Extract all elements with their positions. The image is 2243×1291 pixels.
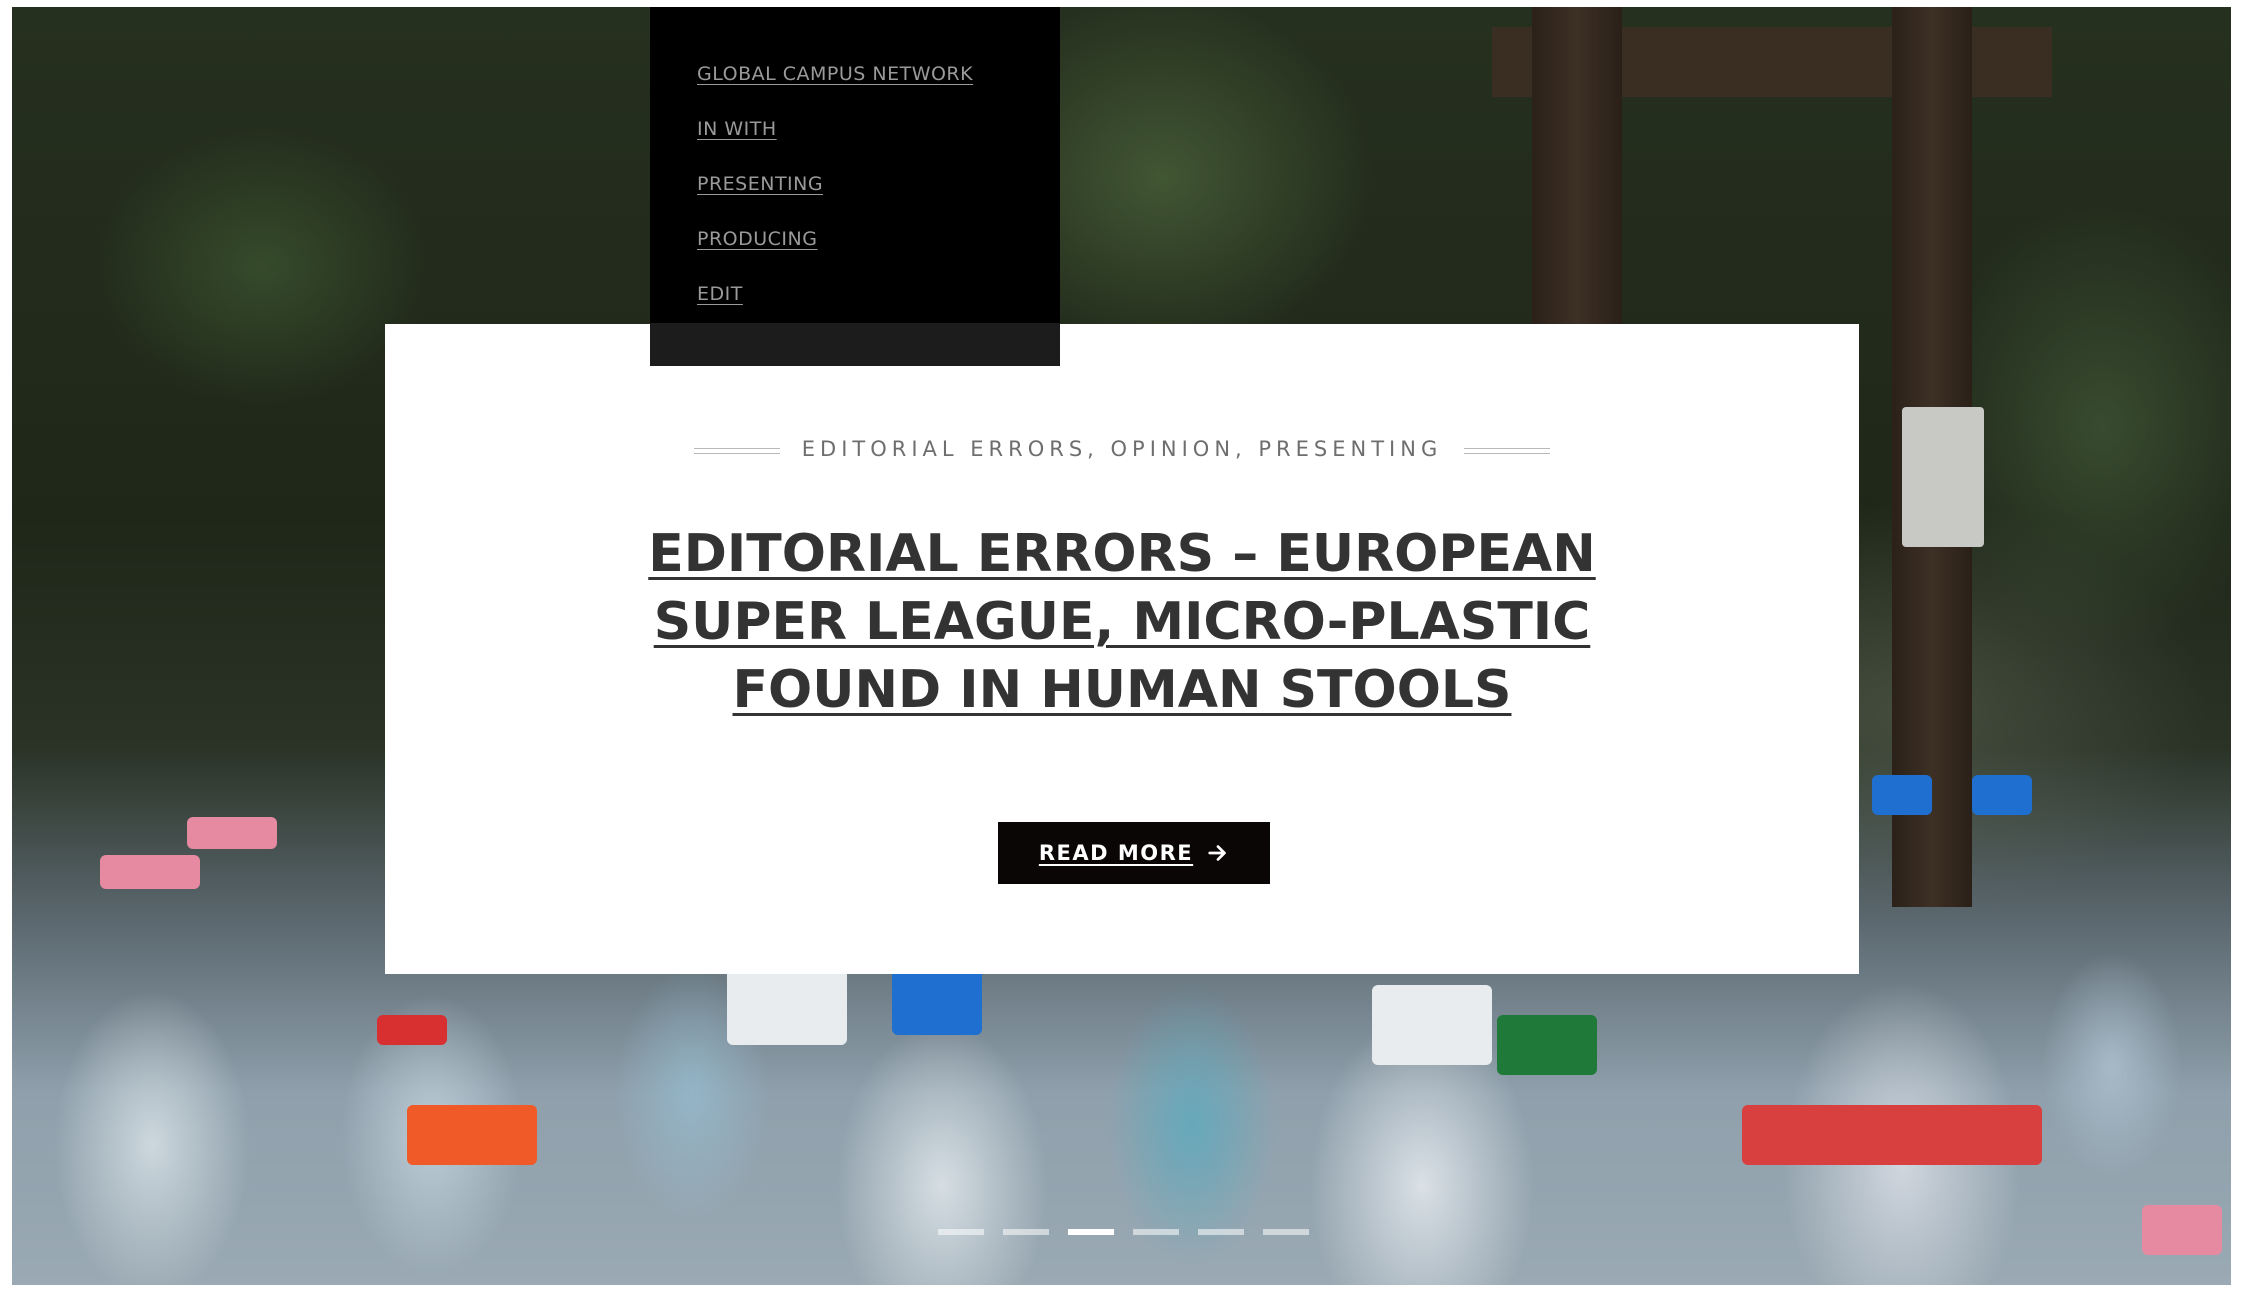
menu-link-presenting[interactable]: PRESENTING xyxy=(697,173,823,195)
menu-item: PRESENTING xyxy=(697,173,973,228)
post-title[interactable]: EDITORIAL ERRORS – EUROPEAN SUPER LEAGUE… xyxy=(565,520,1679,724)
category-divider-right xyxy=(1464,448,1550,454)
menu-item: IN WITH xyxy=(697,118,973,173)
photo-detail xyxy=(2142,1205,2222,1255)
slider-dot[interactable] xyxy=(938,1229,984,1235)
photo-detail xyxy=(1372,985,1492,1065)
photo-detail xyxy=(1742,1105,2042,1165)
menu-footer xyxy=(650,323,1060,366)
hero-slider: GLOBAL CAMPUS NETWORK IN WITH PRESENTING… xyxy=(12,7,2231,1285)
photo-detail xyxy=(100,855,200,889)
photo-detail xyxy=(1902,407,1984,547)
photo-detail xyxy=(1972,775,2032,815)
arrow-right-icon xyxy=(1208,845,1226,861)
photo-detail xyxy=(1497,1015,1597,1075)
slider-dot[interactable] xyxy=(1198,1229,1244,1235)
menu-list: GLOBAL CAMPUS NETWORK IN WITH PRESENTING… xyxy=(697,63,973,338)
menu-link-in-with[interactable]: IN WITH xyxy=(697,118,777,140)
menu-link-producing[interactable]: PRODUCING xyxy=(697,228,817,250)
photo-detail xyxy=(377,1015,447,1045)
menu-item: GLOBAL CAMPUS NETWORK xyxy=(697,63,973,118)
menu-item: PRODUCING xyxy=(697,228,973,283)
dropdown-menu: GLOBAL CAMPUS NETWORK IN WITH PRESENTING… xyxy=(650,7,1060,366)
photo-detail xyxy=(407,1105,537,1165)
read-more-button[interactable]: READ MORE xyxy=(998,822,1270,884)
menu-link-edit[interactable]: EDIT xyxy=(697,283,743,305)
slider-pagination xyxy=(938,1229,1309,1235)
slider-dot[interactable] xyxy=(1263,1229,1309,1235)
post-card: EDITORIAL ERRORS, OPINION, PRESENTING ED… xyxy=(385,324,1859,974)
slider-dot[interactable] xyxy=(1133,1229,1179,1235)
post-categories[interactable]: EDITORIAL ERRORS, OPINION, PRESENTING xyxy=(385,437,1859,461)
photo-detail xyxy=(727,965,847,1045)
menu-link-global-campus-network[interactable]: GLOBAL CAMPUS NETWORK xyxy=(697,63,973,85)
read-more-label: READ MORE xyxy=(1038,841,1194,865)
slider-dot[interactable] xyxy=(1003,1229,1049,1235)
photo-detail xyxy=(187,817,277,849)
photo-detail xyxy=(1872,775,1932,815)
slider-dot[interactable] xyxy=(1068,1229,1114,1235)
